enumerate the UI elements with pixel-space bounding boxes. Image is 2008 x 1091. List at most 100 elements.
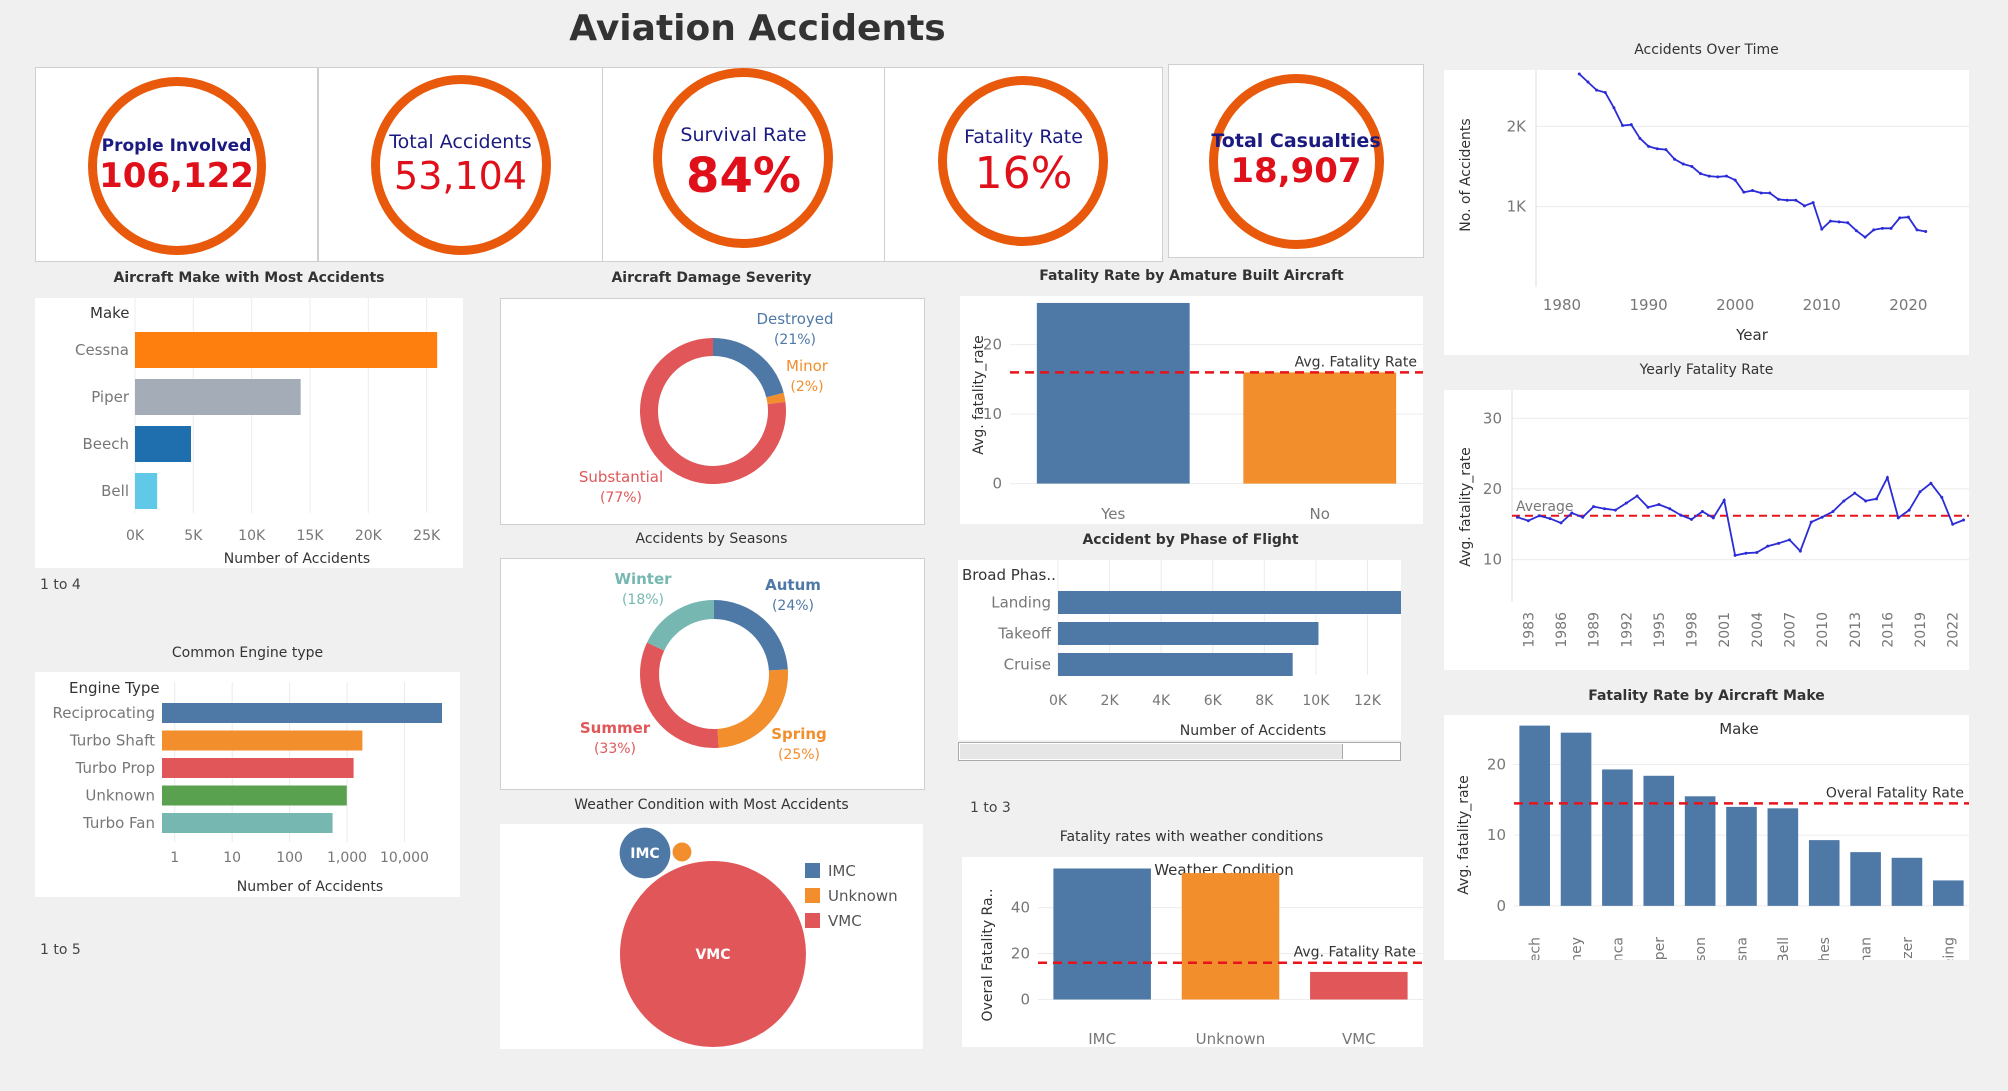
category-label: Piper: [1652, 937, 1668, 960]
data-point: [1621, 123, 1625, 127]
bar-unknown: [1181, 873, 1280, 1000]
data-point: [1809, 520, 1813, 524]
data-point: [1820, 515, 1824, 519]
data-point: [1885, 476, 1889, 480]
data-point: [1787, 538, 1791, 542]
bar-imc: [1053, 868, 1151, 1000]
chart-title-weather-rate: Fatality rates with weather conditions: [1059, 829, 1324, 845]
category-label: Cruise: [1004, 656, 1051, 674]
category-label: Bell: [101, 482, 129, 500]
weather-rate-bar-chart: 02040Weather ConditionIMC Unknown VMCAvg. …: [980, 861, 1423, 1048]
x-tick-label: 1983: [1521, 612, 1537, 648]
chart-title-engine: Common Engine type: [171, 645, 324, 661]
data-point: [1875, 497, 1879, 501]
x-tick-label: 2022: [1946, 612, 1962, 648]
seasons-donut-chart: Autum (24%) Spring (25%) Summer (33%) Winter (1…: [580, 570, 827, 763]
bar-vmc: [1310, 971, 1408, 1000]
data-point: [1570, 511, 1574, 515]
x-tick-label: 2004: [1750, 612, 1766, 648]
data-point: [1906, 215, 1910, 219]
data-point: [1725, 174, 1729, 178]
x-tick-label: 10: [223, 850, 241, 866]
phase-scrollbar[interactable]: [958, 742, 1401, 761]
data-point: [1880, 226, 1884, 230]
x-tick-label: 10,000: [380, 850, 429, 866]
data-point: [1612, 106, 1616, 110]
bar-turbo-prop: [162, 758, 354, 778]
data-point: [1768, 191, 1772, 195]
legend-swatch: [805, 863, 820, 878]
pager-phase[interactable]: 1 to 3: [970, 800, 1011, 816]
bar-cruise: [1058, 653, 1293, 676]
slice-destroyed: [712, 338, 784, 398]
chart-title-phase: Accident by Phase of Flight: [1082, 532, 1299, 548]
data-point: [1755, 551, 1759, 555]
data-point: [1664, 148, 1668, 152]
x-tick-label: 6K: [1204, 693, 1223, 709]
phase-scrollbar-thumb[interactable]: [960, 744, 1343, 759]
kpi-card-fatality: Fatality Rate 16%: [884, 67, 1163, 262]
kpi-label: Fatality Rate: [964, 126, 1083, 148]
bar-bellanca: [1602, 769, 1633, 906]
data-point: [1820, 227, 1824, 231]
bar-turbo-shaft: [162, 730, 363, 751]
reference-line-label: Overal Fatality Rate: [1826, 785, 1964, 801]
data-point: [1907, 508, 1911, 512]
panel-amateur: 0 10 20 Yes No Avg. Fatality Rate Avg. fatalit…: [960, 296, 1423, 524]
slice-autum: [713, 600, 788, 671]
reference-line-label: Average: [1516, 499, 1574, 515]
yearly-fatality-line-chart: 10 20 30 1983 1986 1989 1992 1995 1998 2001 2004 20…: [1458, 390, 1969, 648]
chart-title-weather-bubble: Weather Condition with Most Accidents: [574, 797, 849, 813]
panel-weather-bubble: IMC VMC IMC Unknown VMC: [500, 824, 923, 1049]
x-tick-label: 2K: [1101, 693, 1120, 709]
slice-summer: [640, 642, 719, 748]
x-tick-label: 1995: [1652, 612, 1668, 648]
bar-bell: [135, 473, 158, 509]
data-point: [1602, 507, 1606, 511]
chart-title-yearly: Yearly Fatality Rate: [1639, 362, 1774, 378]
engine-bar-chart: 1 10 100 1,000 10,000 Engine Type Reciprocatin…: [53, 679, 442, 895]
kpi-value: 53,104: [394, 154, 527, 198]
data-point: [1646, 505, 1650, 509]
x-tick-label: 1992: [1619, 612, 1635, 648]
bar-reciprocating: [162, 703, 442, 723]
data-point: [1864, 499, 1868, 503]
category-label: Mooney: [1569, 937, 1585, 960]
data-point: [1733, 553, 1737, 557]
x-tick-label: 1: [170, 850, 179, 866]
category-label: VMC: [1342, 1030, 1376, 1047]
bar-piper: [1643, 775, 1675, 906]
bar-robinson: [1684, 796, 1716, 906]
slice-percent: (24%): [772, 598, 814, 614]
panel-phase: 0K 2K 4K 6K 8K 10K 12K Broad Phas.. Landing Takeo…: [958, 560, 1401, 740]
panel-damage: Destroyed (21%) Minor (2%) Substantial (77%): [500, 298, 925, 525]
pager-make[interactable]: 1 to 4: [40, 577, 81, 593]
makerate-bar-chart: 0 10 20 Make Beech Mooney Bellanca Piper Robinso…: [1456, 720, 1969, 1008]
y-tick-label: 0: [992, 475, 1002, 493]
data-point: [1889, 226, 1893, 230]
slice-winter: [647, 600, 715, 651]
y-tick-label: 0: [1020, 991, 1030, 1009]
kpi-label: Total Accidents: [389, 131, 532, 153]
y-tick-label: 40: [1011, 899, 1030, 917]
bar-grumman: [1850, 852, 1881, 906]
pager-engine[interactable]: 1 to 5: [40, 942, 81, 958]
slice-label: Autum: [765, 576, 821, 594]
data-point: [1690, 164, 1694, 168]
y-tick-label: 0: [1496, 897, 1506, 915]
data-point: [1635, 494, 1639, 498]
data-point: [1699, 172, 1703, 176]
category-label: No: [1310, 505, 1330, 523]
slice-spring: [717, 669, 788, 748]
x-tick-label: 1990: [1629, 296, 1667, 314]
x-tick-label: 20K: [355, 528, 383, 544]
bar-beech: [1519, 725, 1550, 906]
bar-yes: [1036, 302, 1190, 484]
kpi-card-accidents: Total Accidents 53,104: [318, 67, 603, 262]
kpi-card-people: Prople Involved 106,122: [35, 67, 318, 262]
data-point: [1681, 162, 1685, 166]
x-tick-label: 0K: [126, 528, 145, 544]
x-tick-label: 2010: [1803, 296, 1841, 314]
category-label: Robinson: [1693, 937, 1709, 960]
x-tick-label: 1986: [1554, 612, 1570, 648]
